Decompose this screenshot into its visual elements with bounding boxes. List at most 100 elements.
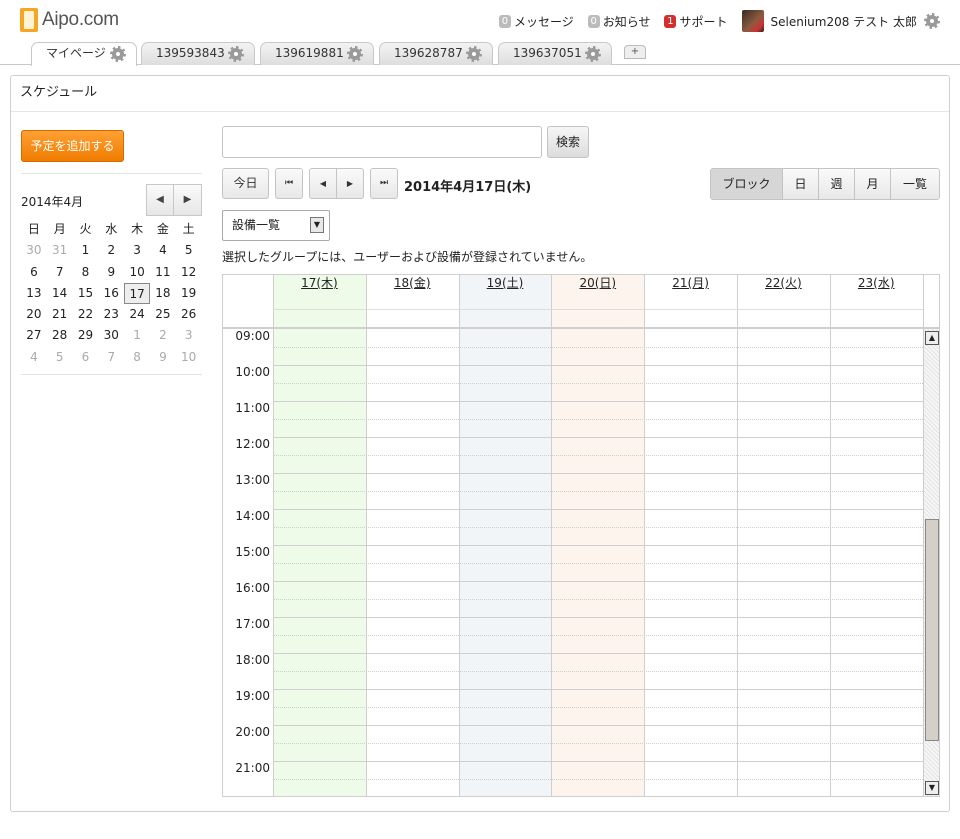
mini-calendar-day[interactable]: 23 [98,304,124,325]
half-hour-line [273,419,923,420]
facility-select[interactable]: 設備一覧 ▼ [222,210,330,241]
mini-calendar-day[interactable]: 12 [176,262,202,283]
mini-calendar-day[interactable]: 5 [176,240,202,261]
day-header-link[interactable]: 20(日) [551,275,644,309]
mini-calendar-day[interactable]: 11 [150,262,176,283]
mini-calendar-day[interactable]: 26 [176,304,202,325]
scroll-up-arrow-icon[interactable]: ▲ [925,331,939,345]
prev-day-button[interactable]: ◀ [309,168,337,199]
mini-calendar-day[interactable]: 30 [98,325,124,346]
scrollbar-thumb[interactable] [925,519,939,741]
mini-calendar-day[interactable]: 24 [124,304,150,325]
mini-next-month-button[interactable]: ▶ [174,184,202,216]
mini-calendar-day[interactable]: 28 [47,325,73,346]
mini-calendar-day[interactable]: 8 [124,347,150,368]
user-settings-gear-icon[interactable] [924,13,940,29]
mini-calendar-day[interactable]: 14 [47,283,73,304]
mini-calendar-day[interactable]: 4 [150,240,176,261]
hour-line [273,473,923,474]
day-header-link[interactable]: 22(火) [737,275,830,309]
add-tab-button[interactable]: + [624,45,646,59]
view-month-button[interactable]: 月 [854,169,890,199]
mini-calendar-day[interactable]: 7 [98,347,124,368]
mini-calendar-day[interactable]: 16 [98,283,124,304]
mini-calendar-day[interactable]: 2 [98,240,124,261]
mini-calendar-day[interactable]: 21 [47,304,73,325]
search-input[interactable] [222,126,542,158]
user-menu[interactable]: Selenium208 テスト 太郎 [741,10,940,32]
view-list-button[interactable]: 一覧 [890,169,939,199]
mini-calendar-day[interactable]: 20 [21,304,47,325]
mini-calendar-day[interactable]: 3 [176,325,202,346]
mini-calendar-day[interactable]: 15 [73,283,99,304]
avatar [741,10,764,32]
mini-calendar-day[interactable]: 1 [124,325,150,346]
view-week-button[interactable]: 週 [818,169,854,199]
mini-calendar-day[interactable]: 7 [47,262,73,283]
mini-calendar-day[interactable]: 9 [150,347,176,368]
mini-calendar-day[interactable]: 30 [21,240,47,261]
view-day-button[interactable]: 日 [782,169,818,199]
mini-calendar-day[interactable]: 29 [73,325,99,346]
tab-gear-icon[interactable] [347,46,363,62]
mini-calendar-day[interactable]: 4 [21,347,47,368]
tab-label: マイページ [46,46,106,60]
mini-prev-month-button[interactable]: ◀ [146,184,174,216]
vertical-scrollbar[interactable]: ▲ ▼ [923,329,939,796]
mini-calendar-day[interactable]: 31 [47,240,73,261]
search-button[interactable]: 検索 [547,126,589,158]
tab-139619881[interactable]: 139619881 [260,42,374,65]
nav-messages[interactable]: 0 メッセージ [498,13,574,30]
day-header-link[interactable]: 18(金) [366,275,459,309]
mini-calendar-day[interactable]: 8 [73,262,99,283]
tab-139628787[interactable]: 139628787 [379,42,493,65]
tab-gear-icon[interactable] [228,46,244,62]
mini-calendar-day[interactable]: 2 [150,325,176,346]
tab-139637051[interactable]: 139637051 [498,42,612,65]
day-header-link[interactable]: 21(月) [644,275,737,309]
last-page-button[interactable]: ⏭ [370,168,398,199]
next-day-button[interactable]: ▶ [336,168,364,199]
hour-label: 11:00 [235,401,270,415]
hour-label: 13:00 [235,473,270,487]
view-block-button[interactable]: ブロック [711,169,782,199]
hour-line [273,689,923,690]
mini-calendar-day[interactable]: 6 [73,347,99,368]
mini-calendar-day[interactable]: 10 [176,347,202,368]
mini-calendar-day[interactable]: 13 [21,283,47,304]
tab-gear-icon[interactable] [466,46,482,62]
mini-calendar-day[interactable]: 9 [98,262,124,283]
tab-gear-icon[interactable] [110,46,126,62]
mini-calendar-day[interactable]: 1 [73,240,99,261]
mini-calendar-day[interactable]: 22 [73,304,99,325]
half-hour-line [273,491,923,492]
day-header-link[interactable]: 23(水) [830,275,923,309]
mini-calendar-day[interactable]: 3 [124,240,150,261]
mini-calendar-day[interactable]: 27 [21,325,47,346]
today-button[interactable]: 今日 [222,168,269,199]
scroll-down-arrow-icon[interactable]: ▼ [925,781,939,795]
aipo-logo[interactable]: Aipo.com [18,6,119,34]
nav-notices[interactable]: 0 お知らせ [587,13,650,30]
mini-calendar-day[interactable]: 6 [21,262,47,283]
mini-calendar-day[interactable]: 25 [150,304,176,325]
mini-calendar-day[interactable]: 5 [47,347,73,368]
half-hour-line [273,563,923,564]
day-header-link[interactable]: 19(土) [459,275,552,309]
mini-calendar-day[interactable]: 18 [150,283,176,304]
mini-calendar-day[interactable]: 19 [176,283,202,304]
add-schedule-button[interactable]: 予定を追加する [21,130,124,162]
hour-label: 14:00 [235,509,270,523]
weekday-header: 月 [53,222,66,236]
first-page-button[interactable]: ⏮ [275,168,303,199]
tab-139593843[interactable]: 139593843 [141,42,255,65]
day-header-link[interactable]: 17(木) [273,275,366,309]
tab-mypage[interactable]: マイページ [31,42,137,66]
mini-calendar-day[interactable]: 17 [124,282,150,305]
hour-label: 17:00 [235,617,270,631]
half-hour-line [273,635,923,636]
app-header: Aipo.com 0 メッセージ 0 お知らせ 1 サポート Selenium2… [0,0,960,40]
mini-calendar-day[interactable]: 10 [124,262,150,283]
nav-support[interactable]: 1 サポート [664,13,728,30]
tab-gear-icon[interactable] [585,46,601,62]
